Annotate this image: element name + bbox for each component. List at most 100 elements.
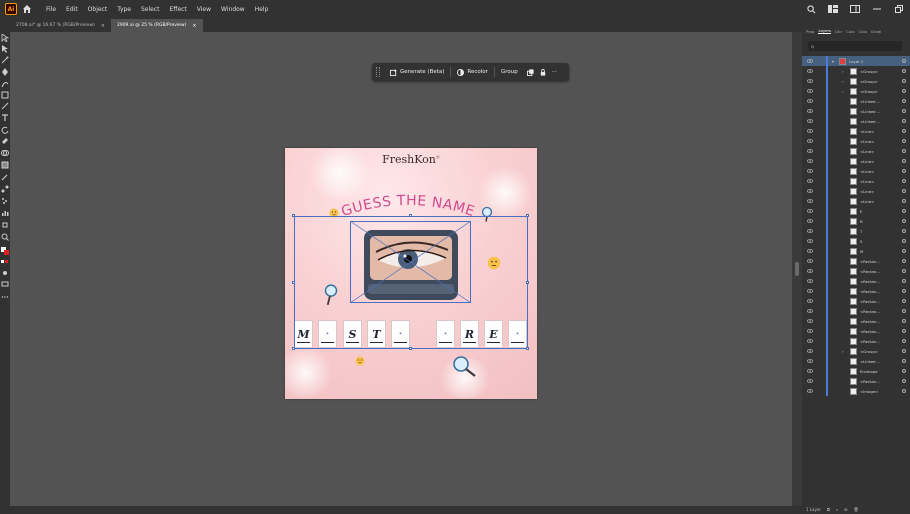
expand-arrow-icon[interactable]: › [842, 69, 844, 74]
selection-tool-icon[interactable] [1, 34, 9, 42]
resize-handle[interactable] [409, 214, 412, 217]
visibility-eye-icon[interactable] [807, 348, 813, 354]
locate-object-icon[interactable]: ⌕ [836, 507, 838, 512]
target-circle-icon[interactable] [902, 259, 906, 263]
direct-selection-tool-icon[interactable] [1, 45, 9, 53]
home-icon[interactable] [21, 3, 33, 15]
layer-row[interactable]: <Line> [802, 176, 910, 186]
fill-stroke-swatch[interactable] [1, 247, 9, 255]
layer-row[interactable]: <Line> [802, 196, 910, 206]
drag-handle-icon[interactable] [376, 67, 380, 77]
visibility-eye-icon[interactable] [807, 108, 813, 114]
visibility-eye-icon[interactable] [807, 128, 813, 134]
layer-row[interactable]: T [802, 226, 910, 236]
target-circle-icon[interactable] [902, 349, 906, 353]
layer-row[interactable]: <Line> [802, 146, 910, 156]
layer-row[interactable]: <Rectan... [802, 316, 910, 326]
visibility-eye-icon[interactable] [807, 268, 813, 274]
target-circle-icon[interactable] [902, 219, 906, 223]
line-tool-icon[interactable] [1, 102, 9, 110]
zoom-tool-icon[interactable] [1, 233, 9, 241]
resize-handle[interactable] [526, 347, 529, 350]
layer-row[interactable]: M [802, 246, 910, 256]
recolor-button[interactable]: Recolor [451, 65, 494, 79]
layer-row-layer-1[interactable]: ▾ Layer 1 [802, 56, 910, 66]
layer-row[interactable]: <Rectan... [802, 296, 910, 306]
target-circle-icon[interactable] [902, 149, 906, 153]
target-circle-icon[interactable] [902, 289, 906, 293]
layer-row[interactable]: <Line> [802, 156, 910, 166]
target-circle-icon[interactable] [902, 339, 906, 343]
visibility-eye-icon[interactable] [807, 98, 813, 104]
minimize-icon[interactable] [872, 4, 882, 14]
curvature-tool-icon[interactable] [1, 80, 9, 88]
tab-libraries[interactable]: Libr [835, 29, 842, 34]
menu-select[interactable]: Select [136, 6, 165, 13]
visibility-eye-icon[interactable] [807, 388, 813, 394]
target-circle-icon[interactable] [902, 209, 906, 213]
more-options-button[interactable]: ··· [549, 65, 560, 79]
target-circle-icon[interactable] [902, 139, 906, 143]
letter-tile[interactable]: T [367, 320, 386, 348]
layer-row[interactable]: <Line> [802, 186, 910, 196]
rotate-tool-icon[interactable] [1, 126, 9, 134]
visibility-eye-icon[interactable] [807, 288, 813, 294]
visibility-eye-icon[interactable] [807, 358, 813, 364]
visibility-eye-icon[interactable] [807, 68, 813, 74]
visibility-eye-icon[interactable] [807, 368, 813, 374]
layers-search-input[interactable]: Q [808, 41, 902, 51]
layer-row[interactable]: › <Group> [802, 346, 910, 356]
visibility-eye-icon[interactable] [807, 88, 813, 94]
tab-gradient[interactable]: Gradi [871, 29, 881, 34]
resize-handle[interactable] [292, 214, 295, 217]
tab-properties[interactable]: Prop [806, 29, 814, 34]
target-circle-icon[interactable] [902, 359, 906, 363]
layer-row[interactable]: <Linked ... [802, 356, 910, 366]
menu-effect[interactable]: Effect [165, 6, 192, 13]
resize-handle[interactable] [292, 281, 295, 284]
layer-row[interactable]: <Rectan... [802, 286, 910, 296]
target-circle-icon[interactable] [902, 169, 906, 173]
resize-handle[interactable] [292, 347, 295, 350]
target-circle-icon[interactable] [902, 69, 906, 73]
visibility-eye-icon[interactable] [807, 78, 813, 84]
shape-builder-icon[interactable] [1, 149, 9, 157]
visibility-eye-icon[interactable] [807, 178, 813, 184]
drawing-mode-icon[interactable] [1, 269, 9, 277]
visibility-eye-icon[interactable] [807, 208, 813, 214]
layer-row[interactable]: <Rectan... [802, 276, 910, 286]
screen-mode-icon[interactable] [1, 280, 9, 288]
layer-row[interactable]: S [802, 236, 910, 246]
target-circle-icon[interactable] [902, 269, 906, 273]
menu-edit[interactable]: Edit [61, 6, 83, 13]
visibility-eye-icon[interactable] [807, 258, 813, 264]
target-circle-icon[interactable] [902, 119, 906, 123]
visibility-eye-icon[interactable] [807, 118, 813, 124]
delete-icon[interactable]: 🗑 [853, 507, 858, 512]
expand-arrow-icon[interactable]: › [842, 89, 844, 94]
scrollbar-thumb[interactable] [795, 262, 799, 276]
generate-beta-button[interactable]: Generate (Beta) [384, 65, 450, 79]
tab-color[interactable]: Colo [846, 29, 854, 34]
layer-row[interactable]: <Rectan... [802, 376, 910, 386]
target-circle-icon[interactable] [902, 369, 906, 373]
letter-tile-blank[interactable]: • [508, 320, 527, 348]
target-circle-icon[interactable] [902, 309, 906, 313]
gradient-tool-icon[interactable] [1, 161, 9, 169]
doc-tab-2909[interactable]: 2909.ai @ 25 % (RGB/Preview) × [110, 19, 203, 32]
visibility-eye-icon[interactable] [807, 188, 813, 194]
visibility-eye-icon[interactable] [807, 238, 813, 244]
target-circle-icon[interactable] [902, 189, 906, 193]
target-circle-icon[interactable] [902, 239, 906, 243]
panel-layout-icon[interactable] [850, 4, 860, 14]
symbol-sprayer-icon[interactable] [1, 197, 9, 205]
menu-help[interactable]: Help [250, 6, 274, 13]
visibility-eye-icon[interactable] [807, 138, 813, 144]
letter-tile[interactable]: S [343, 320, 362, 348]
letter-tile[interactable]: M [294, 320, 313, 348]
layer-row[interactable]: <Line> [802, 166, 910, 176]
visibility-eye-icon[interactable] [807, 328, 813, 334]
resize-handle[interactable] [409, 347, 412, 350]
letter-tile-blank[interactable]: • [436, 320, 455, 348]
visibility-eye-icon[interactable] [807, 308, 813, 314]
